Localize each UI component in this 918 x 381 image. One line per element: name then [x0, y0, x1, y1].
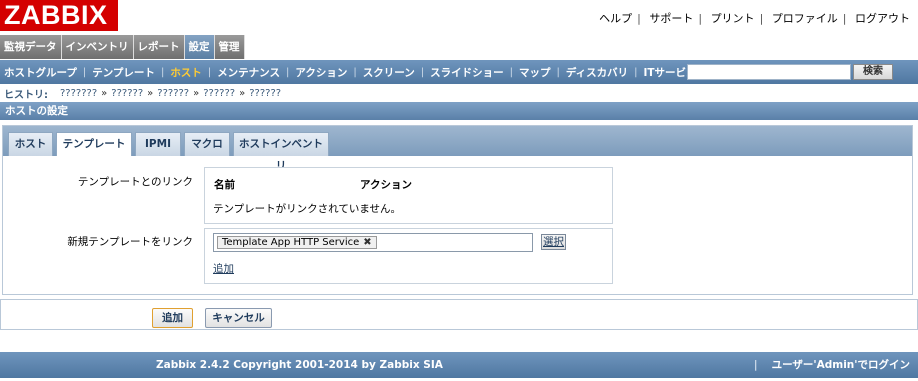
- logged-in-user: ユーザー'Admin'でログイン: [771, 359, 910, 371]
- zabbix-logo[interactable]: ZABBIX: [0, 0, 118, 31]
- main-menu-monitoring[interactable]: 監視データ: [0, 35, 62, 59]
- template-chip: Template App HTTP Service ✖: [217, 236, 377, 249]
- cancel-button[interactable]: キャンセル: [205, 308, 272, 328]
- tab-host[interactable]: ホスト: [8, 132, 53, 156]
- column-name-header: 名前: [214, 179, 235, 191]
- add-button[interactable]: 追加: [152, 308, 193, 328]
- sub-menu-screens[interactable]: スクリーン: [363, 65, 415, 80]
- sub-menu-actions[interactable]: アクション: [295, 65, 347, 80]
- tab-macros[interactable]: マクロ: [184, 132, 230, 156]
- support-link[interactable]: サポート: [649, 12, 693, 25]
- column-action-header: アクション: [360, 179, 412, 191]
- sub-menu-discovery[interactable]: ディスカバリ: [566, 65, 628, 80]
- select-button[interactable]: 選択: [541, 234, 566, 250]
- logout-link[interactable]: ログアウト: [855, 12, 910, 25]
- sub-menu-templates[interactable]: テンプレート: [92, 65, 155, 80]
- history-item[interactable]: ??????: [203, 88, 235, 99]
- main-menu-configuration[interactable]: 設定: [184, 35, 215, 59]
- history-item[interactable]: ???????: [60, 88, 97, 99]
- tab-templates[interactable]: テンプレート: [56, 132, 132, 156]
- form-buttons-panel: 追加 キャンセル: [0, 299, 918, 330]
- footer-bar: Zabbix 2.4.2 Copyright 2001-2014 by Zabb…: [0, 352, 918, 378]
- history-breadcrumb: ヒストリ: ???????» ??????» ??????» ??????» ?…: [4, 87, 282, 101]
- top-links: ヘルプ | サポート | プリント | プロファイル | ログアウト: [599, 12, 910, 25]
- new-template-label: 新規テンプレートをリンク: [67, 236, 193, 248]
- section-title: ホストの設定: [0, 102, 918, 120]
- history-label: ヒストリ:: [4, 89, 48, 101]
- print-link[interactable]: プリント: [711, 12, 755, 25]
- tab-ipmi[interactable]: IPMI: [135, 132, 181, 156]
- sub-menu-slide-shows[interactable]: スライドショー: [430, 65, 504, 80]
- profile-link[interactable]: プロファイル: [772, 12, 838, 25]
- sub-menu: ホストグループ | テンプレート | ホスト | メンテナンス | アクション | スクリ…: [0, 60, 918, 84]
- main-menu-administration[interactable]: 管理: [214, 35, 245, 59]
- help-link[interactable]: ヘルプ: [599, 12, 632, 25]
- history-item[interactable]: ??????: [111, 88, 143, 99]
- sub-menu-maps[interactable]: マップ: [519, 65, 551, 80]
- template-multiselect[interactable]: Template App HTTP Service ✖: [213, 233, 533, 252]
- user-info: | ユーザー'Admin'でログイン: [753, 359, 910, 371]
- sub-menu-host-groups[interactable]: ホストグループ: [4, 65, 77, 80]
- tab-host-inventory[interactable]: ホストインベントリ: [233, 132, 329, 172]
- main-menu: 監視データ インベントリ レポート 設定 管理: [0, 35, 245, 59]
- copyright-text: Zabbix 2.4.2 Copyright 2001-2014 by Zabb…: [156, 359, 443, 371]
- sub-menu-maintenance[interactable]: メンテナンス: [217, 65, 280, 80]
- sub-menu-hosts[interactable]: ホスト: [170, 65, 202, 80]
- search-input[interactable]: [687, 64, 851, 80]
- history-item[interactable]: ??????: [157, 88, 189, 99]
- add-template-link[interactable]: 追加: [213, 261, 234, 276]
- main-menu-reports[interactable]: レポート: [133, 35, 185, 59]
- no-linked-templates-text: テンプレートがリンクされていません。: [213, 203, 402, 215]
- linked-templates-label: テンプレートとのリンク: [77, 176, 193, 188]
- main-menu-inventory[interactable]: インベントリ: [61, 35, 134, 59]
- search-button[interactable]: 検索: [853, 64, 893, 80]
- tab-bar: ホスト テンプレート IPMI マクロ ホストインベントリ: [3, 126, 912, 172]
- history-item[interactable]: ??????: [249, 88, 281, 99]
- remove-icon[interactable]: ✖: [363, 237, 371, 248]
- template-chip-label: Template App HTTP Service: [222, 237, 360, 248]
